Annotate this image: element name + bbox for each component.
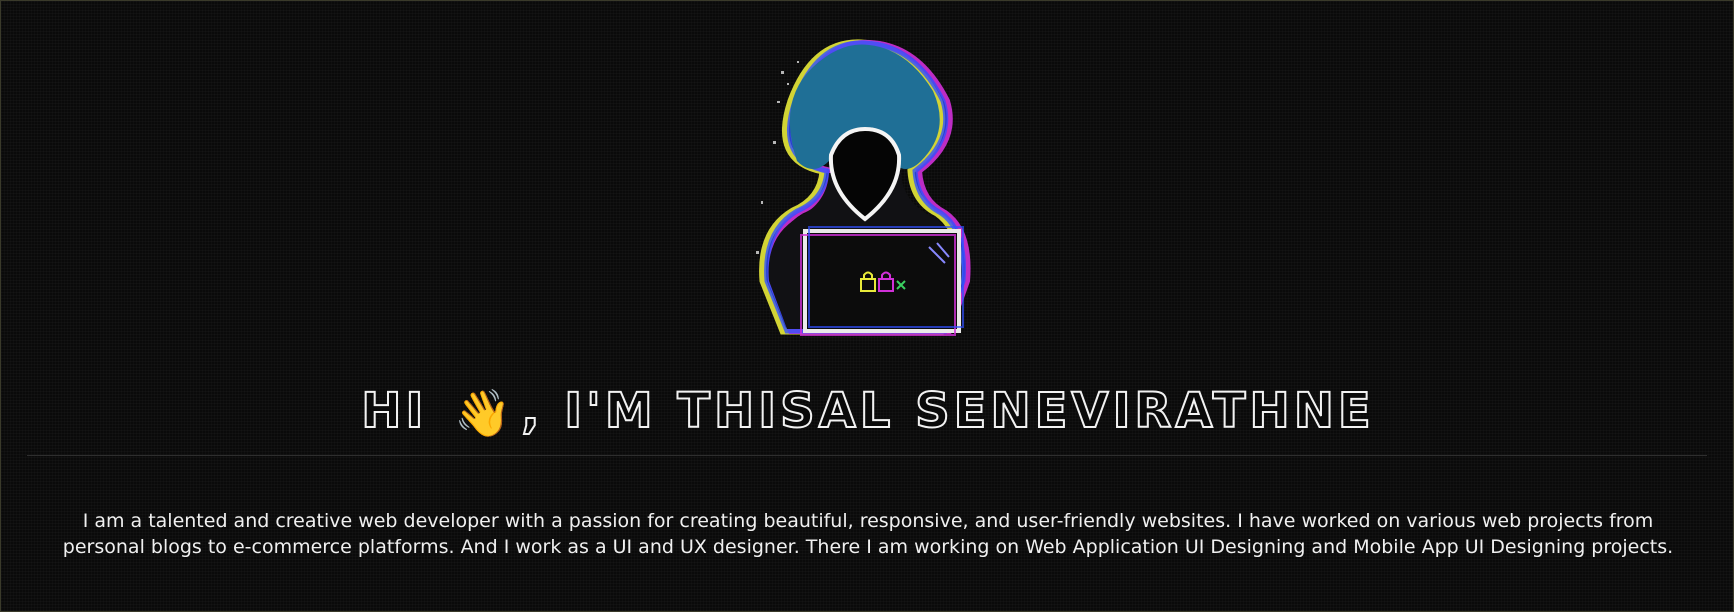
page-title: HI 👋, I'M THISAL SENEVIRATHNE (1, 379, 1734, 445)
divider (27, 455, 1707, 456)
bio-paragraph: I am a talented and creative web develop… (62, 510, 1674, 558)
name-text: , I'M THISAL SENEVIRATHNE (520, 382, 1375, 440)
wave-icon: 👋 (454, 386, 516, 440)
readme-page: HI 👋, I'M THISAL SENEVIRATHNE I am a tal… (0, 0, 1734, 612)
glitch-hacker-icon (756, 39, 971, 336)
greeting-text: HI (360, 382, 428, 440)
hero-illustration (701, 31, 1001, 341)
